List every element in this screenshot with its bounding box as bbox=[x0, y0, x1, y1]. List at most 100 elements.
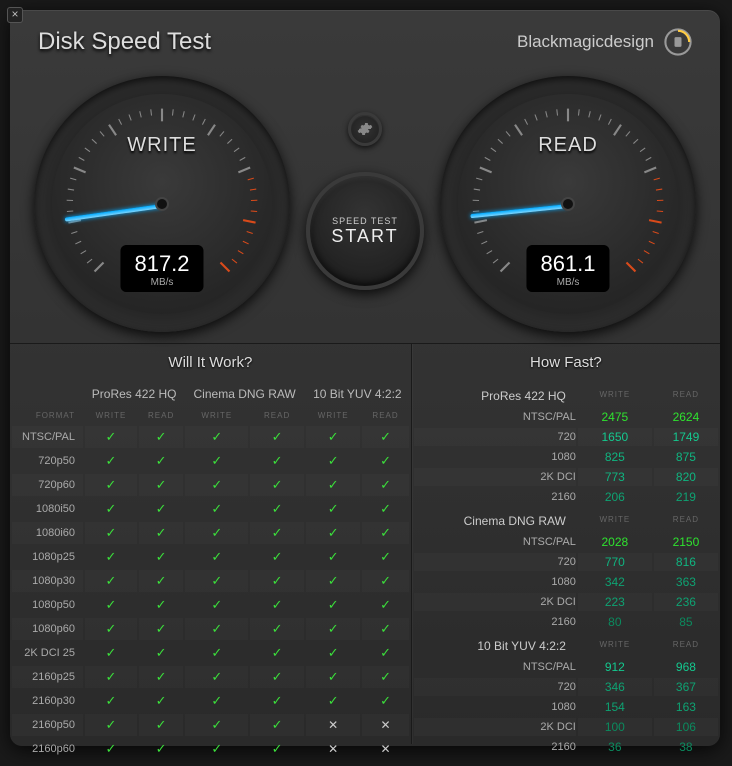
check-icon: ✓ bbox=[250, 570, 304, 592]
table-row: 1080p60✓✓✓✓✓✓ bbox=[12, 618, 409, 640]
check-icon: ✓ bbox=[185, 450, 248, 472]
check-icon: ✓ bbox=[185, 594, 248, 616]
check-icon: ✓ bbox=[139, 546, 183, 568]
how-fast-heading: How Fast? bbox=[412, 354, 720, 371]
check-icon: ✓ bbox=[250, 666, 304, 688]
check-icon: ✓ bbox=[139, 474, 183, 496]
app-panel: × Disk Speed Test Blackmagicdesign WRITE… bbox=[10, 10, 720, 746]
table-row: 1080i50✓✓✓✓✓✓ bbox=[12, 498, 409, 520]
check-icon: ✓ bbox=[362, 426, 408, 448]
table-row: 2K DCI223236 bbox=[414, 593, 718, 611]
check-icon: ✓ bbox=[139, 618, 183, 640]
table-row: 1080154163 bbox=[414, 698, 718, 716]
check-icon: ✓ bbox=[362, 546, 408, 568]
check-icon: ✓ bbox=[362, 474, 408, 496]
check-icon: ✓ bbox=[362, 498, 408, 520]
table-row: 720p50✓✓✓✓✓✓ bbox=[12, 450, 409, 472]
check-icon: ✓ bbox=[250, 498, 304, 520]
read-unit: MB/s bbox=[540, 277, 595, 288]
check-icon: ✓ bbox=[250, 642, 304, 664]
check-icon: ✓ bbox=[85, 498, 137, 520]
check-icon: ✓ bbox=[362, 450, 408, 472]
check-icon: ✓ bbox=[250, 618, 304, 640]
brand: Blackmagicdesign bbox=[517, 28, 692, 56]
check-icon: ✓ bbox=[185, 714, 248, 736]
check-icon: ✓ bbox=[185, 666, 248, 688]
start-line1: SPEED TEST bbox=[332, 216, 398, 226]
table-row: 2K DCI 25✓✓✓✓✓✓ bbox=[12, 642, 409, 664]
check-icon: ✓ bbox=[85, 714, 137, 736]
check-icon: ✓ bbox=[185, 570, 248, 592]
table-row: 21608085 bbox=[414, 613, 718, 631]
x-icon: ✕ bbox=[306, 738, 360, 760]
check-icon: ✓ bbox=[185, 642, 248, 664]
read-readout: 861.1 MB/s bbox=[526, 245, 609, 292]
check-icon: ✓ bbox=[250, 714, 304, 736]
check-icon: ✓ bbox=[306, 594, 360, 616]
check-icon: ✓ bbox=[362, 594, 408, 616]
close-icon[interactable]: × bbox=[7, 7, 23, 23]
check-icon: ✓ bbox=[85, 594, 137, 616]
table-row: 72016501749 bbox=[414, 428, 718, 446]
check-icon: ✓ bbox=[139, 498, 183, 520]
check-icon: ✓ bbox=[306, 618, 360, 640]
check-icon: ✓ bbox=[362, 666, 408, 688]
check-icon: ✓ bbox=[139, 450, 183, 472]
check-icon: ✓ bbox=[85, 642, 137, 664]
table-row: 1080825875 bbox=[414, 448, 718, 466]
will-it-work-table: ProRes 422 HQCinema DNG RAW10 Bit YUV 4:… bbox=[10, 381, 411, 762]
check-icon: ✓ bbox=[85, 666, 137, 688]
how-fast-section: How Fast? ProRes 422 HQWRITEREADNTSC/PAL… bbox=[411, 344, 720, 744]
check-icon: ✓ bbox=[85, 738, 137, 760]
check-icon: ✓ bbox=[185, 618, 248, 640]
check-icon: ✓ bbox=[250, 594, 304, 616]
table-row: 1080p30✓✓✓✓✓✓ bbox=[12, 570, 409, 592]
write-gauge: WRITE 817.2 MB/s bbox=[34, 76, 290, 332]
check-icon: ✓ bbox=[85, 426, 137, 448]
table-row: 2160206219 bbox=[414, 488, 718, 506]
write-value: 817.2 bbox=[134, 251, 189, 277]
settings-button[interactable] bbox=[348, 112, 382, 146]
check-icon: ✓ bbox=[139, 690, 183, 712]
how-fast-table: ProRes 422 HQWRITEREADNTSC/PAL2475262472… bbox=[412, 381, 720, 758]
results-area: Will It Work? ProRes 422 HQCinema DNG RA… bbox=[10, 344, 720, 744]
check-icon: ✓ bbox=[250, 426, 304, 448]
check-icon: ✓ bbox=[306, 642, 360, 664]
check-icon: ✓ bbox=[185, 690, 248, 712]
check-icon: ✓ bbox=[85, 546, 137, 568]
check-icon: ✓ bbox=[185, 738, 248, 760]
x-icon: ✕ bbox=[362, 738, 408, 760]
check-icon: ✓ bbox=[250, 522, 304, 544]
x-icon: ✕ bbox=[306, 714, 360, 736]
check-icon: ✓ bbox=[85, 690, 137, 712]
check-icon: ✓ bbox=[362, 570, 408, 592]
check-icon: ✓ bbox=[139, 570, 183, 592]
check-icon: ✓ bbox=[362, 618, 408, 640]
start-line2: START bbox=[331, 226, 398, 247]
check-icon: ✓ bbox=[185, 522, 248, 544]
gauges-area: WRITE 817.2 MB/s SPEED TEST START READ 8… bbox=[10, 64, 720, 344]
check-icon: ✓ bbox=[85, 618, 137, 640]
write-readout: 817.2 MB/s bbox=[120, 245, 203, 292]
check-icon: ✓ bbox=[362, 642, 408, 664]
check-icon: ✓ bbox=[250, 546, 304, 568]
check-icon: ✓ bbox=[306, 450, 360, 472]
write-gauge-label: WRITE bbox=[34, 134, 290, 157]
check-icon: ✓ bbox=[250, 474, 304, 496]
check-icon: ✓ bbox=[362, 522, 408, 544]
table-row: 720346367 bbox=[414, 678, 718, 696]
read-gauge: READ 861.1 MB/s bbox=[440, 76, 696, 332]
will-it-work-section: Will It Work? ProRes 422 HQCinema DNG RA… bbox=[10, 344, 411, 744]
table-row: 720770816 bbox=[414, 553, 718, 571]
check-icon: ✓ bbox=[185, 474, 248, 496]
table-row: 2160p60✓✓✓✓✕✕ bbox=[12, 738, 409, 760]
table-row: 1080p25✓✓✓✓✓✓ bbox=[12, 546, 409, 568]
check-icon: ✓ bbox=[306, 690, 360, 712]
table-row: NTSC/PAL✓✓✓✓✓✓ bbox=[12, 426, 409, 448]
table-row: NTSC/PAL912968 bbox=[414, 658, 718, 676]
check-icon: ✓ bbox=[85, 522, 137, 544]
start-button[interactable]: SPEED TEST START bbox=[306, 172, 424, 290]
check-icon: ✓ bbox=[185, 546, 248, 568]
write-unit: MB/s bbox=[134, 277, 189, 288]
check-icon: ✓ bbox=[306, 426, 360, 448]
